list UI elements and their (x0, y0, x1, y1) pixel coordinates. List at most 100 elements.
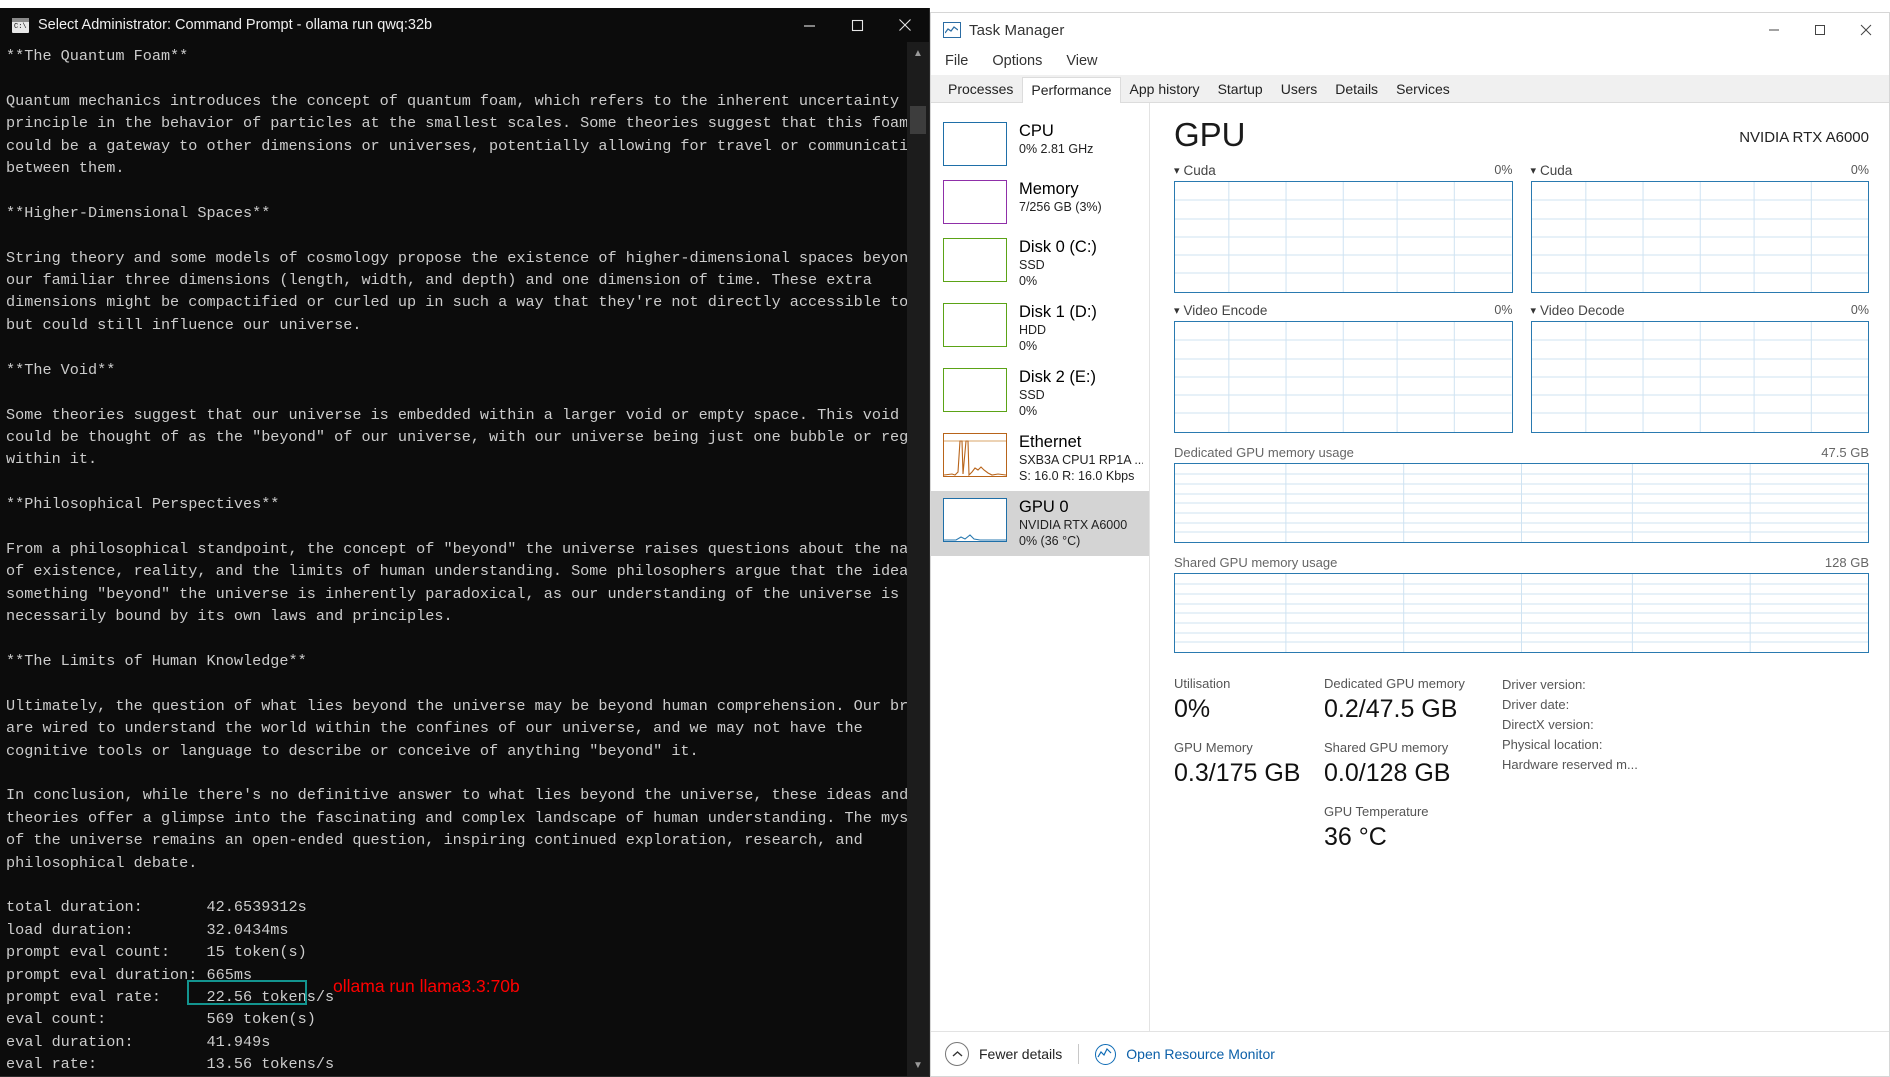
graph-value: 0% (1850, 303, 1869, 317)
task-manager-tabs: Processes Performance App history Startu… (931, 75, 1889, 103)
resource-name: CPU (1019, 122, 1054, 140)
tab-details[interactable]: Details (1326, 76, 1387, 102)
gpu-engine-graph-video-encode: ▾ Video Encode 0% (1174, 303, 1513, 433)
memory-mini-graph (943, 180, 1007, 224)
resource-detail: SSD (1019, 258, 1045, 272)
annotation-text: ollama run llama3.3:70b (333, 976, 520, 996)
chevron-up-icon[interactable] (945, 1042, 969, 1066)
resource-usage: 0% (1019, 404, 1038, 418)
tab-processes[interactable]: Processes (939, 76, 1022, 102)
stat-value: 0.0/128 GB (1324, 759, 1451, 787)
command-prompt-icon: C:\ (12, 17, 29, 33)
task-manager-body: CPU 0% 2.81 GHz Memory 7/256 GB (3%) Dis… (931, 103, 1889, 1031)
driver-date-label: Driver date: (1502, 697, 1570, 712)
command-prompt-window-controls (785, 8, 929, 42)
chevron-down-icon[interactable]: ▾ (1531, 164, 1537, 177)
minimize-icon[interactable] (1751, 13, 1797, 47)
scroll-up-icon[interactable]: ▲ (907, 42, 929, 64)
graph-label: Video Encode (1183, 303, 1268, 318)
menu-view[interactable]: View (1064, 51, 1099, 71)
task-manager-title: Task Manager (969, 21, 1065, 39)
dedicated-memory-max: 47.5 GB (1821, 445, 1869, 460)
tab-startup[interactable]: Startup (1209, 76, 1272, 102)
graph-value: 0% (1850, 163, 1869, 177)
gpu-model-label: NVIDIA RTX A6000 (1739, 129, 1869, 146)
gpu-info-column: Driver version: Driver date: DirectX ver… (1502, 675, 1869, 867)
driver-version-label: Driver version: (1502, 677, 1586, 692)
fewer-details-button[interactable]: Fewer details (979, 1046, 1062, 1062)
resource-list: CPU 0% 2.81 GHz Memory 7/256 GB (3%) Dis… (931, 103, 1150, 1031)
maximize-icon[interactable] (833, 8, 881, 42)
chevron-down-icon[interactable]: ▾ (1174, 304, 1180, 317)
command-prompt-titlebar: C:\ Select Administrator: Command Prompt… (0, 8, 929, 42)
terminal-output: **The Quantum Foam** Quantum mechanics i… (6, 47, 907, 1074)
resource-monitor-icon (1095, 1043, 1117, 1065)
sidebar-item-gpu0[interactable]: GPU 0 NVIDIA RTX A6000 0% (36 °C) (931, 491, 1149, 556)
resource-name: Disk 1 (D:) (1019, 303, 1097, 321)
close-icon[interactable] (881, 8, 929, 42)
task-manager-window: Task Manager File Options View Processes… (930, 12, 1890, 1077)
sidebar-item-disk2[interactable]: Disk 2 (E:) SSD 0% (931, 361, 1149, 426)
plot-area (1174, 321, 1513, 433)
chevron-down-icon[interactable]: ▾ (1174, 164, 1180, 177)
resource-usage: 0% (1019, 274, 1038, 288)
resource-detail: SSD (1019, 388, 1045, 402)
task-manager-menubar: File Options View (931, 47, 1889, 75)
sidebar-item-ethernet[interactable]: Ethernet SXB3A CPU1 RP1A ... S: 16.0 R: … (931, 426, 1149, 491)
resource-throughput: S: 16.0 R: 16.0 Kbps (1019, 469, 1135, 483)
resource-name: Disk 0 (C:) (1019, 238, 1097, 256)
plot-area (1174, 181, 1513, 293)
gpu-engine-graph-cuda-2: ▾ Cuda 0% (1530, 163, 1869, 293)
stat-label: Shared GPU memory (1324, 740, 1449, 755)
command-prompt-window: C:\ Select Administrator: Command Prompt… (0, 8, 930, 1077)
shared-memory-plot (1174, 573, 1869, 653)
sidebar-item-cpu[interactable]: CPU 0% 2.81 GHz (931, 115, 1149, 173)
open-resource-monitor-link[interactable]: Open Resource Monitor (1126, 1046, 1275, 1062)
tab-app-history[interactable]: App history (1121, 76, 1209, 102)
chevron-down-icon[interactable]: ▾ (1531, 304, 1537, 317)
scroll-down-icon[interactable]: ▼ (907, 1054, 929, 1076)
stat-value: 0.3/175 GB (1174, 759, 1301, 787)
graph-label: Video Decode (1540, 303, 1625, 318)
gpu-graph-row-2: ▾ Video Encode 0% ▾ Video Decode 0% (1174, 303, 1889, 433)
stat-value: 0% (1174, 695, 1211, 723)
dedicated-memory-caption: Dedicated GPU memory usage 47.5 GB (1174, 445, 1889, 460)
minimize-icon[interactable] (785, 8, 833, 42)
gpu-graph-row-1: ▾ Cuda 0% ▾ Cuda 0% (1174, 163, 1889, 293)
resource-name: GPU 0 (1019, 498, 1069, 516)
ethernet-mini-graph (943, 433, 1007, 477)
sidebar-item-memory[interactable]: Memory 7/256 GB (3%) (931, 173, 1149, 231)
sidebar-item-disk0[interactable]: Disk 0 (C:) SSD 0% (931, 231, 1149, 296)
resource-usage: 0% (36 °C) (1019, 534, 1081, 548)
tab-services[interactable]: Services (1387, 76, 1459, 102)
menu-file[interactable]: File (943, 51, 970, 71)
resource-detail: 7/256 GB (3%) (1019, 200, 1102, 214)
plot-area (1530, 321, 1869, 433)
task-manager-window-controls (1751, 13, 1889, 47)
shared-memory-label: Shared GPU memory usage (1174, 555, 1338, 570)
tab-users[interactable]: Users (1272, 76, 1327, 102)
resource-name: Memory (1019, 180, 1079, 198)
dedicated-memory-label: Dedicated GPU memory usage (1174, 445, 1354, 460)
shared-memory-max: 128 GB (1824, 555, 1869, 570)
directx-version-label: DirectX version: (1502, 717, 1594, 732)
stat-label: GPU Memory (1174, 740, 1253, 755)
resource-usage: 0% (1019, 339, 1038, 353)
menu-options[interactable]: Options (990, 51, 1044, 71)
stat-column-utilisation: Utilisation 0% GPU Memory 0.3/175 GB (1174, 675, 1324, 867)
terminal-screen[interactable]: **The Quantum Foam** Quantum mechanics i… (0, 42, 907, 1076)
task-manager-icon (943, 22, 961, 38)
terminal-scrollbar[interactable]: ▲ ▼ (907, 42, 929, 1076)
close-icon[interactable] (1843, 13, 1889, 47)
gpu-engine-graph-video-decode: ▾ Video Decode 0% (1530, 303, 1869, 433)
gpu-detail-pane: GPU NVIDIA RTX A6000 ▾ Cuda 0% ▾ Cuda 0%… (1150, 103, 1889, 1031)
maximize-icon[interactable] (1797, 13, 1843, 47)
cpu-mini-graph (943, 122, 1007, 166)
graph-label: Cuda (1183, 163, 1216, 178)
shared-memory-caption: Shared GPU memory usage 128 GB (1174, 555, 1889, 570)
sidebar-item-disk1[interactable]: Disk 1 (D:) HDD 0% (931, 296, 1149, 361)
scrollbar-thumb[interactable] (910, 106, 926, 134)
plot-area (1530, 181, 1869, 293)
physical-location-label: Physical location: (1502, 737, 1603, 752)
tab-performance[interactable]: Performance (1022, 77, 1121, 103)
